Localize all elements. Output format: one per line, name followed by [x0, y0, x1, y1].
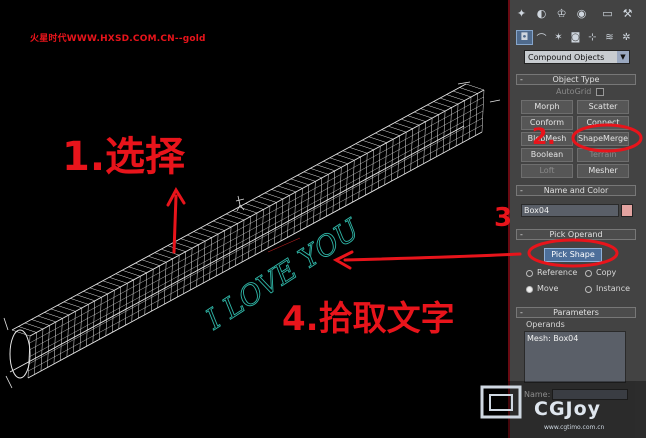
watermark-text: 火星时代WWW.HXSD.COM.CN--gold — [30, 34, 206, 44]
geometry-icon[interactable]: ◘ — [516, 30, 533, 45]
scatter-button[interactable]: Scatter — [577, 100, 629, 114]
cameras-icon[interactable]: ◙ — [567, 30, 584, 45]
connect-button[interactable]: Connect — [577, 116, 629, 130]
shapes-icon[interactable]: ⌒ — [533, 30, 550, 45]
logo-text: CGJoy — [534, 398, 602, 420]
move-radio[interactable] — [526, 286, 533, 293]
chevron-down-icon[interactable]: ▼ — [617, 51, 629, 63]
object-type-title: Object Type — [552, 75, 600, 84]
parameters-title: Parameters — [553, 308, 599, 317]
helpers-icon[interactable]: ⊹ — [584, 30, 601, 45]
move-label: Move — [537, 284, 559, 293]
boolean-button[interactable]: Boolean — [521, 148, 573, 162]
utilities-icon[interactable]: ⚒ — [619, 5, 636, 21]
shapemerge-button[interactable]: ShapeMerge — [577, 132, 629, 146]
app-window: I LOVE YOU 火星时代WWW.HXSD.COM.CN--gold ✦ ◐… — [0, 0, 646, 438]
create-icon[interactable]: ✦ — [513, 5, 530, 21]
object-name-field[interactable]: Box04 — [521, 204, 619, 217]
conform-button[interactable]: Conform — [521, 116, 573, 130]
lights-icon[interactable]: ✶ — [550, 30, 567, 45]
display-icon[interactable]: ▭ — [599, 5, 616, 21]
name-color-title: Name and Color — [543, 186, 609, 195]
systems-icon[interactable]: ✲ — [618, 30, 635, 45]
copy-radio[interactable] — [585, 270, 592, 277]
wireframe-box-mesh[interactable]: I LOVE YOU — [0, 0, 510, 438]
pick-operand-rollout-header[interactable]: - Pick Operand — [516, 229, 636, 240]
autogrid-label: AutoGrid — [556, 87, 592, 96]
modify-icon[interactable]: ◐ — [533, 5, 550, 21]
copy-label: Copy — [596, 268, 617, 277]
autogrid-checkbox[interactable] — [596, 88, 604, 96]
motion-icon[interactable]: ◉ — [573, 5, 590, 21]
hierarchy-icon[interactable]: ♔ — [553, 5, 570, 21]
logo-url: www.cgtimo.com.cn — [544, 424, 605, 431]
viewport[interactable]: I LOVE YOU 火星时代WWW.HXSD.COM.CN--gold — [0, 0, 510, 438]
object-type-rollout-header[interactable]: - Object Type — [516, 74, 636, 85]
operands-listbox[interactable]: Mesh: Box04 — [524, 331, 626, 383]
morph-button[interactable]: Morph — [521, 100, 573, 114]
mesher-button[interactable]: Mesher — [577, 164, 629, 178]
category-dropdown-value: Compound Objects — [528, 53, 605, 62]
terrain-button[interactable]: Terrain — [577, 148, 629, 162]
reference-label: Reference — [537, 268, 578, 277]
parameters-rollout-header[interactable]: - Parameters — [516, 307, 636, 318]
pick-shape-button[interactable]: Pick Shape — [544, 248, 602, 262]
name-color-rollout-header[interactable]: - Name and Color — [516, 185, 636, 196]
object-color-swatch[interactable] — [621, 204, 633, 217]
blobmesh-button[interactable]: BlobMesh — [521, 132, 573, 146]
loft-button[interactable]: Loft — [521, 164, 573, 178]
pick-operand-title: Pick Operand — [549, 230, 603, 239]
reference-radio[interactable] — [526, 270, 533, 277]
list-item[interactable]: Mesh: Box04 — [527, 334, 623, 343]
spacewarps-icon[interactable]: ≋ — [601, 30, 618, 45]
category-dropdown[interactable]: Compound Objects ▼ — [524, 50, 630, 64]
operands-label: Operands — [526, 320, 565, 329]
instance-radio[interactable] — [585, 286, 592, 293]
instance-label: Instance — [596, 284, 631, 293]
